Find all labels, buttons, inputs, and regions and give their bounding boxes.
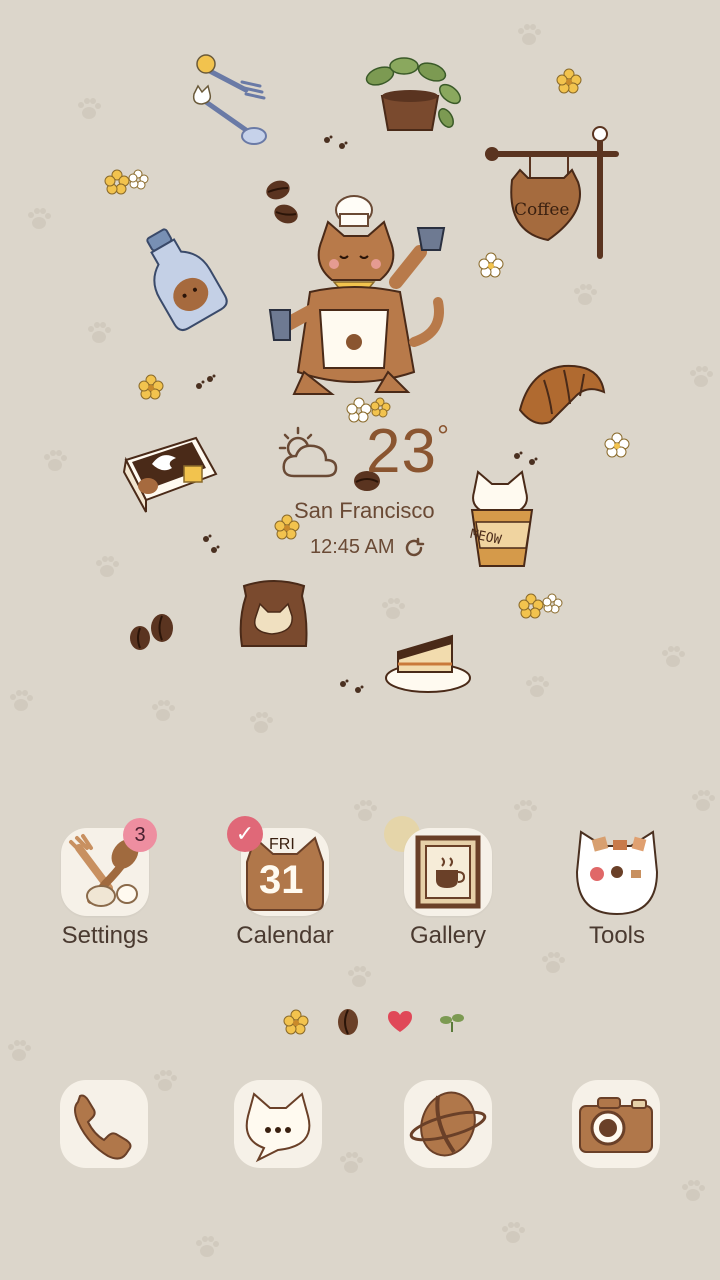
paw-print-icon: [152, 1070, 178, 1092]
time-text: 12:45 AM: [310, 536, 395, 558]
time-row: 12:45 AM: [310, 536, 425, 559]
paw-print-icon: [540, 952, 566, 974]
framed-coffee-icon: [415, 835, 481, 909]
flower-icon: [138, 374, 164, 400]
app-calendar[interactable]: FRI 31 ✓ Calendar: [215, 816, 355, 950]
temperature-text: 23°: [366, 416, 450, 487]
coffee-sign-icon: [485, 126, 619, 259]
app-tile[interactable]: FRI 31 ✓: [227, 816, 329, 916]
paw-print-icon: [500, 1222, 526, 1244]
paw-print-icon: [194, 1236, 220, 1258]
app-label: Settings: [61, 922, 149, 949]
phone-icon: [74, 1094, 132, 1160]
paw-print-icon: [512, 800, 538, 822]
dock-browser[interactable]: [404, 1080, 492, 1168]
paw-print-icon: [338, 1152, 364, 1174]
app-tools[interactable]: Tools: [547, 828, 687, 950]
paw-print-icon: [690, 790, 716, 812]
app-tile[interactable]: [404, 828, 492, 916]
app-tile[interactable]: [573, 828, 661, 916]
app-label: Gallery: [409, 922, 487, 949]
sun-cloud-icon: [278, 426, 338, 478]
bottle-cat-icon: [146, 228, 228, 332]
paw-print-icon: [572, 284, 598, 306]
dock-messages[interactable]: [234, 1080, 322, 1168]
coffee-sign-text: Coffee: [514, 200, 570, 220]
flower-icon: [604, 432, 630, 458]
paw-print-icon: [150, 700, 176, 722]
paw-print-icon: [94, 556, 120, 578]
sprout-page-dot-icon[interactable]: [438, 1008, 466, 1036]
potted-plant-icon: [365, 57, 461, 131]
paw-print-icon: [248, 712, 274, 734]
croissant-icon: [518, 364, 606, 425]
paw-print-icon: [86, 322, 112, 344]
barista-cat-illustration: [268, 195, 446, 395]
paw-print-icon: [6, 1040, 32, 1062]
tiny-paw-icon: [196, 374, 216, 389]
app-gallery[interactable]: Gallery: [378, 816, 518, 950]
check-badge-icon: ✓: [227, 816, 263, 852]
app-label: Tools: [588, 922, 646, 949]
temperature-value: 23: [366, 417, 437, 486]
meow-cup-icon: [470, 470, 534, 567]
paw-print-icon: [516, 24, 542, 46]
degree-symbol: °: [436, 420, 450, 453]
paw-print-icon: [524, 676, 550, 698]
paw-print-icon: [8, 690, 34, 712]
paw-print-icon: [346, 966, 372, 988]
page-indicator[interactable]: [282, 1004, 472, 1038]
calendar-day: FRI: [269, 836, 295, 853]
coffee-sack-icon: [239, 580, 308, 647]
city-name: San Francisco: [294, 498, 435, 523]
app-tile[interactable]: 3: [61, 818, 157, 916]
paw-print-icon: [380, 598, 406, 620]
tiny-paw-icon: [203, 534, 220, 553]
paw-print-icon: [76, 98, 102, 120]
coffee-bean-icon: [130, 614, 173, 650]
cake-slice-icon: [385, 634, 471, 693]
notification-badge: 3: [123, 818, 157, 852]
flower-icon: [556, 68, 582, 94]
paw-print-icon: [660, 646, 686, 668]
heart-page-dot-icon[interactable]: [386, 1008, 414, 1036]
tiny-paw-icon: [340, 679, 364, 693]
paw-print-icon: [352, 800, 378, 822]
calendar-date: 31: [259, 858, 304, 902]
coffee-bean-browser-icon: [409, 1091, 487, 1157]
paw-print-icon: [42, 450, 68, 472]
dock-phone[interactable]: [60, 1080, 148, 1168]
paw-print-icon: [680, 1180, 706, 1202]
refresh-icon[interactable]: [403, 537, 425, 559]
dock-camera[interactable]: [572, 1080, 660, 1168]
weather-widget[interactable]: 23° San Francisco 12:45 AM: [270, 412, 460, 572]
camera-icon: [579, 1097, 653, 1153]
app-settings[interactable]: 3 Settings: [35, 818, 175, 950]
cat-folder-icon: [575, 830, 659, 916]
cat-cake-icon: [122, 436, 218, 513]
flower-icon: [104, 169, 149, 195]
message-cat-icon: [245, 1092, 311, 1163]
paw-print-icon: [688, 366, 714, 388]
coffee-bean-page-dot-icon[interactable]: [334, 1008, 362, 1036]
tiny-paw-icon: [324, 135, 348, 149]
fork-spoon-deco-icon: [192, 54, 267, 145]
flower-icon: [518, 593, 563, 619]
paw-print-icon: [26, 208, 52, 230]
app-label: Calendar: [236, 922, 334, 949]
flower-page-dot-icon[interactable]: [282, 1008, 310, 1036]
